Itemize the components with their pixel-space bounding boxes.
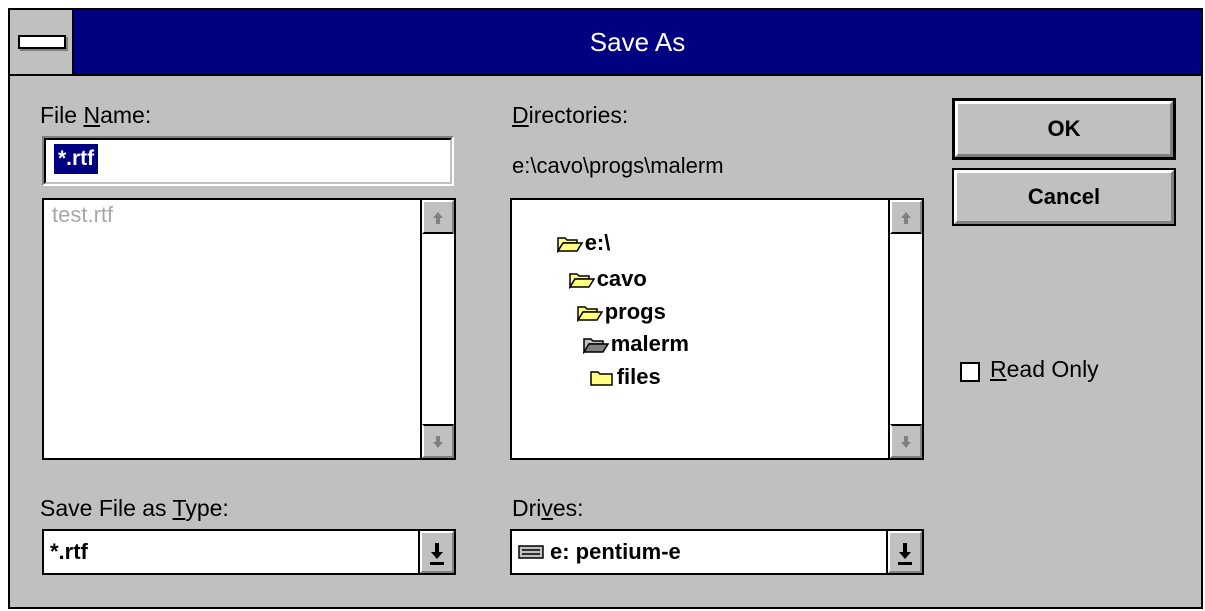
scroll-up-button[interactable] (422, 200, 454, 234)
file-list-item[interactable]: test.rtf (52, 202, 113, 228)
system-menu-icon (18, 35, 66, 49)
drives-label: Drives: (512, 495, 584, 521)
read-only-checkbox[interactable] (960, 362, 980, 382)
file-name-label: File Name: (40, 102, 152, 128)
title-bar: Save As (10, 10, 1201, 76)
file-list-scrollbar[interactable] (420, 200, 454, 458)
file-name-input[interactable]: *.rtf (42, 136, 454, 186)
up-arrow-icon (433, 212, 443, 224)
closed-folder-icon (589, 371, 613, 386)
dropdown-arrow-icon (430, 543, 444, 565)
dir-item-files[interactable]: files (552, 338, 661, 416)
drives-select[interactable]: e: pentium-e (510, 529, 924, 575)
file-list[interactable]: test.rtf (42, 198, 456, 460)
scroll-up-button[interactable] (890, 200, 922, 234)
directory-tree[interactable]: e:\ cavo progs malerm files (510, 198, 924, 460)
save-type-value: *.rtf (50, 539, 88, 564)
cancel-button[interactable]: Cancel (952, 168, 1176, 226)
current-path: e:\cavo\progs\malerm (512, 153, 724, 178)
up-arrow-icon (901, 212, 911, 224)
down-arrow-icon (433, 436, 443, 448)
window-title: Save As (589, 27, 686, 57)
file-name-value: *.rtf (54, 144, 99, 174)
drives-value: e: pentium-e (518, 531, 681, 573)
directories-label: Directories: (512, 102, 629, 128)
ok-button[interactable]: OK (952, 98, 1176, 160)
save-as-dialog: Save As File Name: *.rtf test.rtf Direct… (8, 8, 1203, 609)
save-type-dropdown-button[interactable] (418, 531, 454, 573)
scroll-down-button[interactable] (890, 424, 922, 458)
read-only-label[interactable]: Read Only (990, 356, 1099, 383)
down-arrow-icon (901, 436, 911, 448)
save-type-label: Save File as Type: (40, 495, 229, 521)
drive-icon (518, 545, 544, 559)
drives-dropdown-button[interactable] (886, 531, 922, 573)
save-type-select[interactable]: *.rtf (42, 529, 456, 575)
dropdown-arrow-icon (898, 543, 912, 565)
system-menu-button[interactable] (10, 10, 74, 74)
directory-scrollbar[interactable] (888, 200, 922, 458)
scroll-down-button[interactable] (422, 424, 454, 458)
